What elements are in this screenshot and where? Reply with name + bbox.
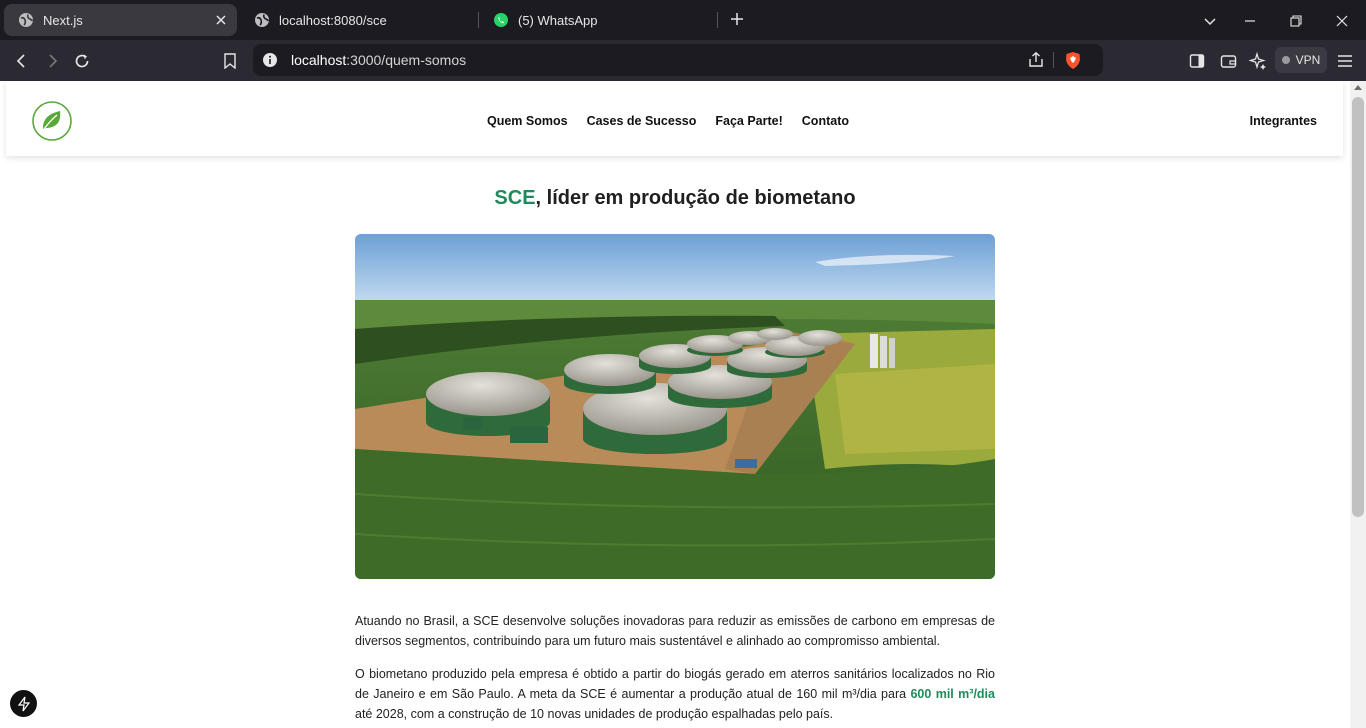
biogas-plant-hero-image — [355, 234, 995, 579]
tab-whatsapp[interactable]: (5) WhatsApp — [479, 4, 712, 36]
title-brand: SCE — [494, 187, 536, 209]
paragraph2-end: até 2028, com a construção de 10 novas u… — [355, 707, 834, 721]
globe-icon — [18, 12, 34, 28]
nav-integrantes[interactable]: Integrantes — [1250, 114, 1317, 128]
vpn-status-dot — [1281, 56, 1290, 64]
tab-title: (5) WhatsApp — [518, 12, 598, 28]
close-window-icon[interactable] — [1331, 10, 1353, 32]
globe-icon — [254, 12, 270, 28]
tab-title: localhost:8080/sce — [279, 12, 387, 28]
nextjs-dev-indicator-icon[interactable] — [10, 690, 37, 717]
new-tab-icon[interactable] — [728, 10, 746, 28]
leo-ai-icon[interactable] — [1247, 50, 1269, 72]
restore-icon[interactable] — [1285, 10, 1307, 32]
tab-nextjs[interactable]: Next.js — [4, 4, 237, 36]
share-icon[interactable] — [1027, 51, 1045, 74]
address-bar[interactable]: localhost:3000/quem-somos — [253, 44, 1103, 76]
tab-list-chevron-down-icon[interactable] — [1199, 10, 1221, 32]
biomethane-paragraph: O biometano produzido pela empresa é obt… — [355, 664, 995, 724]
nav-contato[interactable]: Contato — [802, 114, 849, 128]
url-divider — [1053, 52, 1054, 68]
nav-quem-somos[interactable]: Quem Somos — [487, 114, 568, 128]
site-info-icon[interactable] — [262, 52, 278, 73]
url-text: localhost:3000/quem-somos — [291, 52, 466, 68]
vpn-label: VPN — [1295, 53, 1321, 67]
sidebar-icon[interactable] — [1186, 50, 1208, 72]
scroll-up-arrow-icon[interactable] — [1354, 85, 1362, 90]
wallet-icon[interactable] — [1217, 50, 1239, 72]
brave-shield-icon[interactable] — [1064, 51, 1082, 75]
browser-toolbar: localhost:3000/quem-somos VPN — [0, 40, 1366, 81]
reload-icon[interactable] — [71, 50, 93, 72]
close-tab-icon[interactable] — [213, 12, 229, 28]
forward-icon[interactable] — [41, 50, 63, 72]
intro-paragraph: Atuando no Brasil, a SCE desenvolve solu… — [355, 614, 995, 648]
nav-faca-parte[interactable]: Faça Parte! — [715, 114, 782, 128]
whatsapp-icon — [493, 12, 509, 28]
vpn-button[interactable]: VPN — [1275, 47, 1327, 73]
production-goal-highlight: 600 mil m³/dia — [910, 687, 995, 701]
page-title: SCE, líder em produção de biometano — [0, 187, 1350, 210]
site-header: Quem Somos Cases de Sucesso Faça Parte! … — [6, 81, 1343, 156]
tab-title: Next.js — [43, 12, 83, 28]
bookmark-icon[interactable] — [219, 50, 241, 72]
tab-localhost-8080[interactable]: localhost:8080/sce — [240, 4, 473, 36]
title-text: , líder em produção de biometano — [535, 187, 856, 209]
nav-cases-de-sucesso[interactable]: Cases de Sucesso — [587, 114, 697, 128]
main-nav: Quem Somos Cases de Sucesso Faça Parte! … — [487, 114, 849, 128]
tab-separator — [717, 12, 718, 28]
url-path: :3000/quem-somos — [346, 52, 467, 68]
menu-icon[interactable] — [1334, 50, 1356, 72]
leaf-logo-icon[interactable] — [31, 100, 73, 142]
minimize-icon[interactable] — [1239, 10, 1261, 32]
page-viewport: Quem Somos Cases de Sucesso Faça Parte! … — [0, 81, 1350, 728]
scrollbar-thumb[interactable] — [1352, 97, 1364, 517]
page-scrollbar[interactable] — [1350, 81, 1366, 728]
paragraph2-start: O biometano produzido pela empresa é obt… — [355, 667, 995, 701]
back-icon[interactable] — [11, 50, 33, 72]
browser-tab-bar: Next.js localhost:8080/sce (5) WhatsApp — [0, 0, 1366, 40]
url-host: localhost — [291, 52, 347, 68]
